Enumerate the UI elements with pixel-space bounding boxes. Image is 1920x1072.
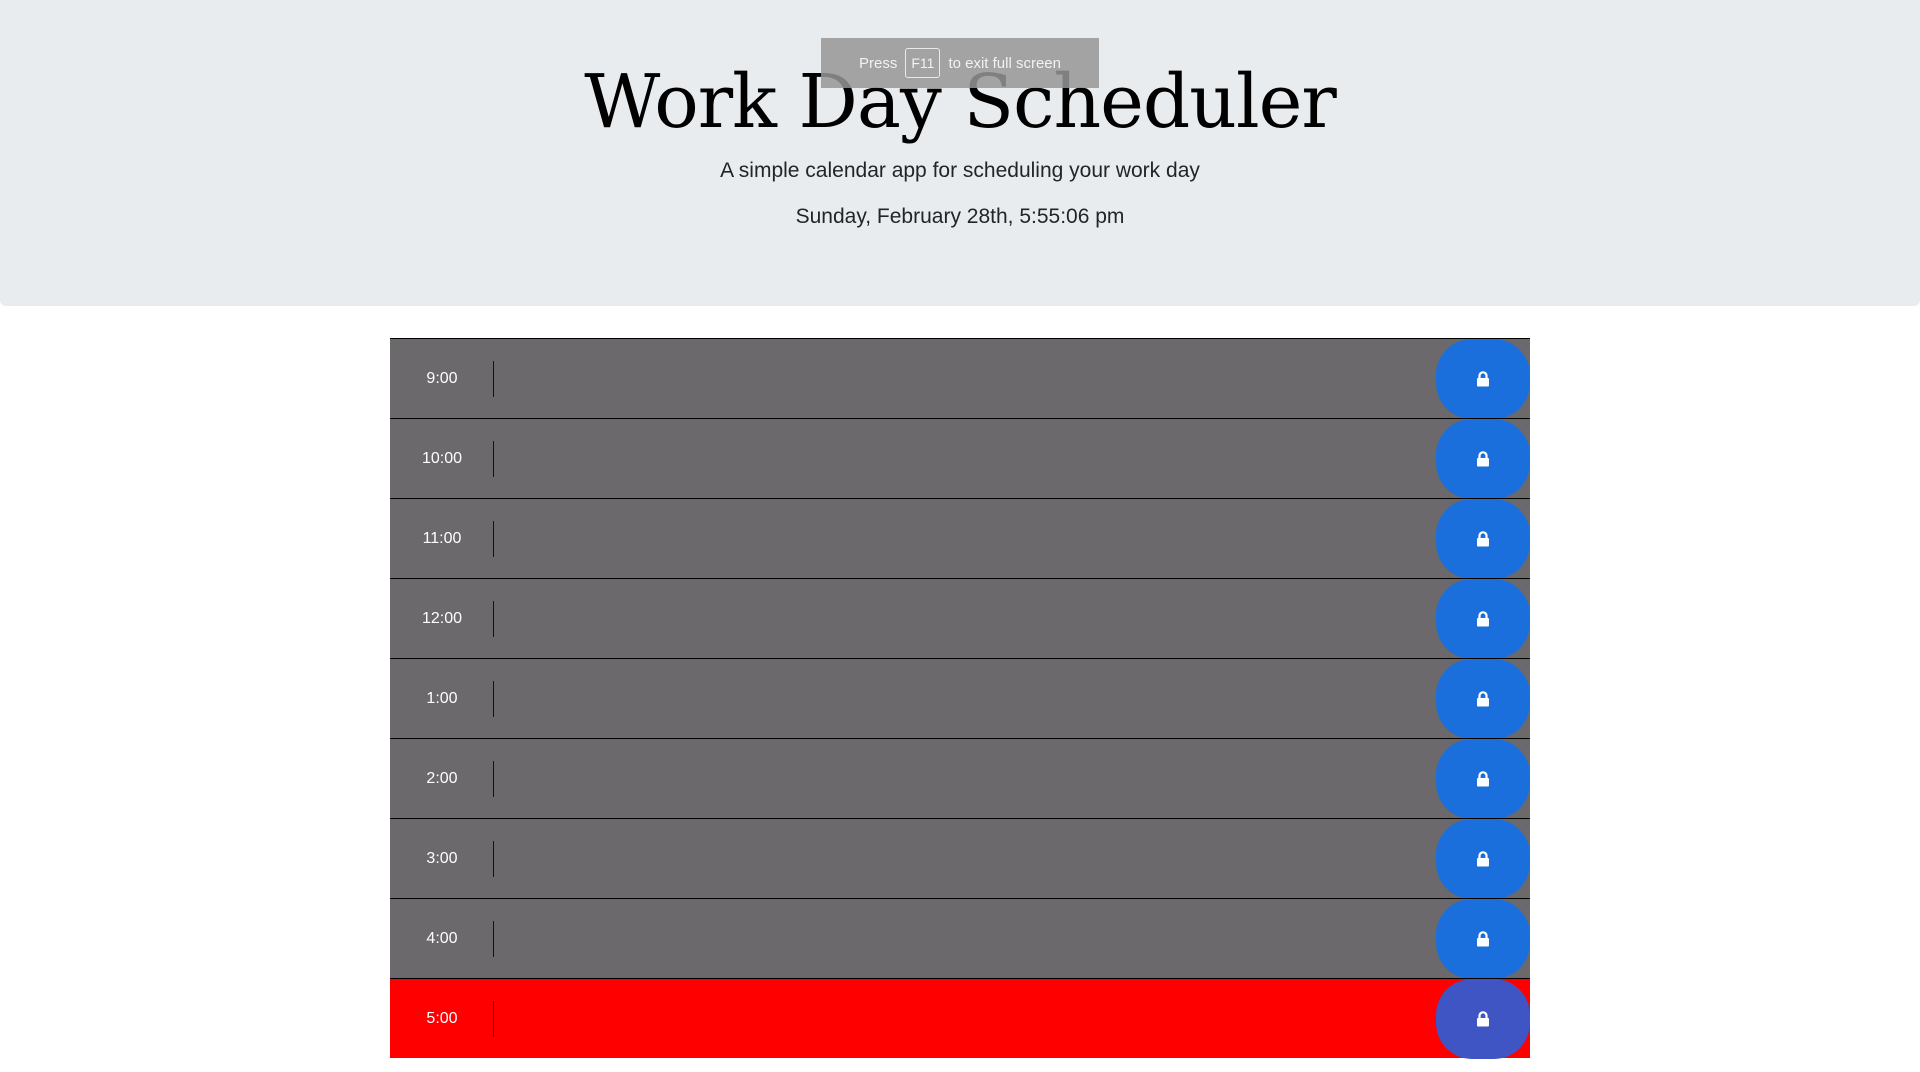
lock-icon [1476,690,1490,707]
save-button[interactable] [1436,498,1530,579]
fullscreen-notice-press: Press [859,54,898,72]
hour-label: 5:00 [390,979,494,1058]
fullscreen-notice-key: F11 [905,48,941,78]
current-day: Sunday, February 28th, 5:55:06 pm [795,205,1125,228]
save-button[interactable] [1436,578,1530,659]
hour-label: 11:00 [390,499,494,578]
hour-label: 12:00 [390,579,494,658]
lock-icon [1476,930,1490,947]
hour-label: 2:00 [390,739,494,818]
hour-label: 10:00 [390,419,494,498]
save-button[interactable] [1436,338,1530,419]
hour-label: 3:00 [390,819,494,898]
hour-label: 4:00 [390,899,494,978]
event-description-input[interactable] [494,899,1436,978]
lock-icon [1476,770,1490,787]
event-description-input[interactable] [494,339,1436,418]
lock-icon [1476,1010,1490,1027]
time-block-17: 5:00 [390,978,1530,1059]
save-button[interactable] [1436,978,1530,1059]
lock-icon [1476,450,1490,467]
event-description-input[interactable] [494,739,1436,818]
event-description-input[interactable] [494,979,1436,1058]
hour-label: 9:00 [390,339,494,418]
schedule-container: 9:00 10:00 11:00 12:00 1:00 2:00 3:00 4:… [390,338,1530,1059]
time-block-13: 1:00 [390,658,1530,739]
time-block-11: 11:00 [390,498,1530,579]
time-block-10: 10:00 [390,418,1530,499]
event-description-input[interactable] [494,419,1436,498]
time-block-9: 9:00 [390,338,1530,419]
save-button[interactable] [1436,818,1530,899]
event-description-input[interactable] [494,819,1436,898]
event-description-input[interactable] [494,579,1436,658]
save-button[interactable] [1436,898,1530,979]
time-block-16: 4:00 [390,898,1530,979]
lock-icon [1476,530,1490,547]
lock-icon [1476,850,1490,867]
fullscreen-notice-text: to exit full screen [948,54,1061,72]
fullscreen-notice: Press F11 to exit full screen [821,38,1099,88]
page-subtitle: A simple calendar app for scheduling you… [720,159,1200,182]
time-block-12: 12:00 [390,578,1530,659]
save-button[interactable] [1436,658,1530,739]
event-description-input[interactable] [494,499,1436,578]
hour-label: 1:00 [390,659,494,738]
save-button[interactable] [1436,738,1530,819]
lock-icon [1476,610,1490,627]
time-block-14: 2:00 [390,738,1530,819]
save-button[interactable] [1436,418,1530,499]
event-description-input[interactable] [494,659,1436,738]
time-block-15: 3:00 [390,818,1530,899]
lock-icon [1476,370,1490,387]
